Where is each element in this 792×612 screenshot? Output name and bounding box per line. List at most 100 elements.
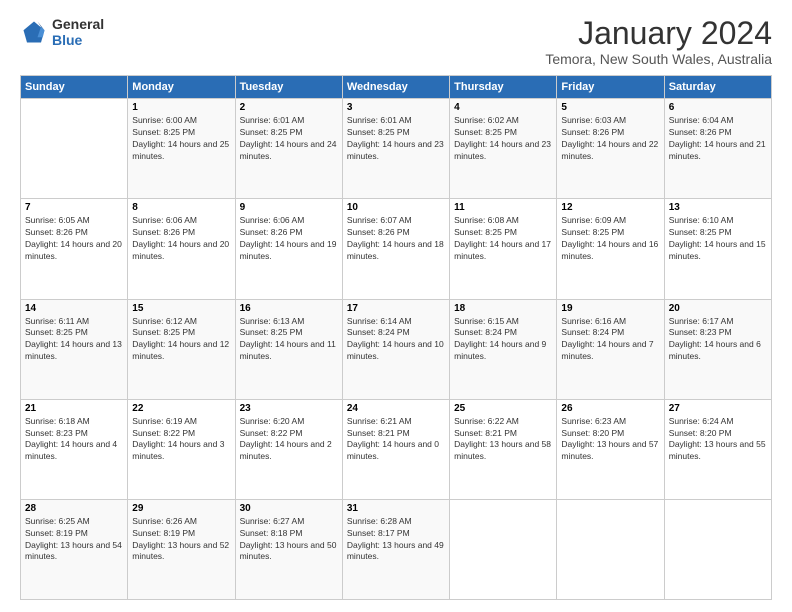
day-info: Sunrise: 6:19 AMSunset: 8:22 PMDaylight:… <box>132 416 230 464</box>
day-info: Sunrise: 6:21 AMSunset: 8:21 PMDaylight:… <box>347 416 445 464</box>
calendar-cell <box>664 499 771 599</box>
calendar-cell: 29 Sunrise: 6:26 AMSunset: 8:19 PMDayligh… <box>128 499 235 599</box>
col-monday: Monday <box>128 76 235 99</box>
day-info: Sunrise: 6:02 AMSunset: 8:25 PMDaylight:… <box>454 115 552 163</box>
day-info: Sunrise: 6:28 AMSunset: 8:17 PMDaylight:… <box>347 516 445 564</box>
calendar-cell: 2 Sunrise: 6:01 AMSunset: 8:25 PMDaylight… <box>235 99 342 199</box>
calendar-cell: 10Sunrise: 6:07 AMSunset: 8:26 PMDayligh… <box>342 199 449 299</box>
header: General Blue January 2024 Temora, New So… <box>20 16 772 67</box>
day-info: Sunrise: 6:15 AMSunset: 8:24 PMDaylight:… <box>454 316 552 364</box>
calendar-week-2: 7 Sunrise: 6:05 AMSunset: 8:26 PMDaylight… <box>21 199 772 299</box>
day-number: 28 <box>25 503 123 514</box>
day-number: 5 <box>561 102 659 113</box>
day-info: Sunrise: 6:20 AMSunset: 8:22 PMDaylight:… <box>240 416 338 464</box>
day-info: Sunrise: 6:00 AMSunset: 8:25 PMDaylight:… <box>132 115 230 163</box>
day-number: 27 <box>669 403 767 414</box>
month-year: January 2024 <box>545 16 772 51</box>
calendar-cell: 13 Sunrise: 6:10 AMSunset: 8:25 PMDayligh… <box>664 199 771 299</box>
day-number: 31 <box>347 503 445 514</box>
day-info: Sunrise: 6:26 AMSunset: 8:19 PMDaylight:… <box>132 516 230 564</box>
day-info: Sunrise: 6:07 AMSunset: 8:26 PMDaylight:… <box>347 215 445 263</box>
calendar-cell: 9 Sunrise: 6:06 AMSunset: 8:26 PMDaylight… <box>235 199 342 299</box>
day-info: Sunrise: 6:08 AMSunset: 8:25 PMDaylight:… <box>454 215 552 263</box>
calendar-cell: 27 Sunrise: 6:24 AMSunset: 8:20 PMDayligh… <box>664 399 771 499</box>
day-number: 26 <box>561 403 659 414</box>
day-number: 25 <box>454 403 552 414</box>
day-info: Sunrise: 6:23 AMSunset: 8:20 PMDaylight:… <box>561 416 659 464</box>
day-info: Sunrise: 6:14 AMSunset: 8:24 PMDaylight:… <box>347 316 445 364</box>
day-info: Sunrise: 6:06 AMSunset: 8:26 PMDaylight:… <box>132 215 230 263</box>
day-info: Sunrise: 6:01 AMSunset: 8:25 PMDaylight:… <box>240 115 338 163</box>
day-number: 3 <box>347 102 445 113</box>
calendar-cell: 6 Sunrise: 6:04 AMSunset: 8:26 PMDaylight… <box>664 99 771 199</box>
calendar-cell: 16 Sunrise: 6:13 AMSunset: 8:25 PMDayligh… <box>235 299 342 399</box>
day-number: 20 <box>669 303 767 314</box>
calendar-cell: 22 Sunrise: 6:19 AMSunset: 8:22 PMDayligh… <box>128 399 235 499</box>
page: General Blue January 2024 Temora, New So… <box>0 0 792 612</box>
calendar-cell: 30Sunrise: 6:27 AMSunset: 8:18 PMDayligh… <box>235 499 342 599</box>
col-wednesday: Wednesday <box>342 76 449 99</box>
calendar-cell: 8 Sunrise: 6:06 AMSunset: 8:26 PMDaylight… <box>128 199 235 299</box>
calendar-week-4: 21Sunrise: 6:18 AMSunset: 8:23 PMDayligh… <box>21 399 772 499</box>
calendar-table: Sunday Monday Tuesday Wednesday Thursday… <box>20 75 772 600</box>
logo-general: General <box>52 16 104 32</box>
calendar-cell: 24 Sunrise: 6:21 AMSunset: 8:21 PMDayligh… <box>342 399 449 499</box>
logo-text: General Blue <box>52 16 104 48</box>
day-info: Sunrise: 6:22 AMSunset: 8:21 PMDaylight:… <box>454 416 552 464</box>
calendar-cell: 4 Sunrise: 6:02 AMSunset: 8:25 PMDaylight… <box>450 99 557 199</box>
day-info: Sunrise: 6:01 AMSunset: 8:25 PMDaylight:… <box>347 115 445 163</box>
calendar-header-row: Sunday Monday Tuesday Wednesday Thursday… <box>21 76 772 99</box>
calendar-cell: 15Sunrise: 6:12 AMSunset: 8:25 PMDayligh… <box>128 299 235 399</box>
day-number: 21 <box>25 403 123 414</box>
day-info: Sunrise: 6:11 AMSunset: 8:25 PMDaylight:… <box>25 316 123 364</box>
calendar-cell: 18 Sunrise: 6:15 AMSunset: 8:24 PMDayligh… <box>450 299 557 399</box>
calendar-cell: 1Sunrise: 6:00 AMSunset: 8:25 PMDaylight… <box>128 99 235 199</box>
calendar-cell: 23 Sunrise: 6:20 AMSunset: 8:22 PMDayligh… <box>235 399 342 499</box>
day-info: Sunrise: 6:13 AMSunset: 8:25 PMDaylight:… <box>240 316 338 364</box>
logo-icon <box>20 18 48 46</box>
col-thursday: Thursday <box>450 76 557 99</box>
day-number: 19 <box>561 303 659 314</box>
day-info: Sunrise: 6:25 AMSunset: 8:19 PMDaylight:… <box>25 516 123 564</box>
day-number: 7 <box>25 202 123 213</box>
calendar-cell: 14Sunrise: 6:11 AMSunset: 8:25 PMDayligh… <box>21 299 128 399</box>
day-number: 29 <box>132 503 230 514</box>
calendar-cell: 5Sunrise: 6:03 AMSunset: 8:26 PMDaylight… <box>557 99 664 199</box>
title-block: January 2024 Temora, New South Wales, Au… <box>545 16 772 67</box>
day-info: Sunrise: 6:17 AMSunset: 8:23 PMDaylight:… <box>669 316 767 364</box>
day-number: 24 <box>347 403 445 414</box>
day-info: Sunrise: 6:10 AMSunset: 8:25 PMDaylight:… <box>669 215 767 263</box>
day-number: 11 <box>454 202 552 213</box>
logo-blue: Blue <box>52 32 104 48</box>
col-sunday: Sunday <box>21 76 128 99</box>
day-info: Sunrise: 6:16 AMSunset: 8:24 PMDaylight:… <box>561 316 659 364</box>
calendar-week-5: 28 Sunrise: 6:25 AMSunset: 8:19 PMDayligh… <box>21 499 772 599</box>
calendar-cell: 20 Sunrise: 6:17 AMSunset: 8:23 PMDayligh… <box>664 299 771 399</box>
col-friday: Friday <box>557 76 664 99</box>
calendar-cell: 21Sunrise: 6:18 AMSunset: 8:23 PMDayligh… <box>21 399 128 499</box>
day-number: 18 <box>454 303 552 314</box>
calendar-cell <box>450 499 557 599</box>
day-number: 16 <box>240 303 338 314</box>
day-number: 13 <box>669 202 767 213</box>
day-info: Sunrise: 6:04 AMSunset: 8:26 PMDaylight:… <box>669 115 767 163</box>
day-number: 23 <box>240 403 338 414</box>
day-info: Sunrise: 6:06 AMSunset: 8:26 PMDaylight:… <box>240 215 338 263</box>
day-number: 6 <box>669 102 767 113</box>
col-saturday: Saturday <box>664 76 771 99</box>
day-number: 4 <box>454 102 552 113</box>
day-number: 12 <box>561 202 659 213</box>
day-number: 22 <box>132 403 230 414</box>
calendar-cell: 31 Sunrise: 6:28 AMSunset: 8:17 PMDayligh… <box>342 499 449 599</box>
day-number: 2 <box>240 102 338 113</box>
day-info: Sunrise: 6:24 AMSunset: 8:20 PMDaylight:… <box>669 416 767 464</box>
day-info: Sunrise: 6:05 AMSunset: 8:26 PMDaylight:… <box>25 215 123 263</box>
location: Temora, New South Wales, Australia <box>545 51 772 67</box>
calendar-cell: 19 Sunrise: 6:16 AMSunset: 8:24 PMDayligh… <box>557 299 664 399</box>
calendar-week-3: 14Sunrise: 6:11 AMSunset: 8:25 PMDayligh… <box>21 299 772 399</box>
day-number: 9 <box>240 202 338 213</box>
calendar-cell <box>557 499 664 599</box>
calendar-cell: 3 Sunrise: 6:01 AMSunset: 8:25 PMDaylight… <box>342 99 449 199</box>
day-number: 15 <box>132 303 230 314</box>
day-number: 8 <box>132 202 230 213</box>
